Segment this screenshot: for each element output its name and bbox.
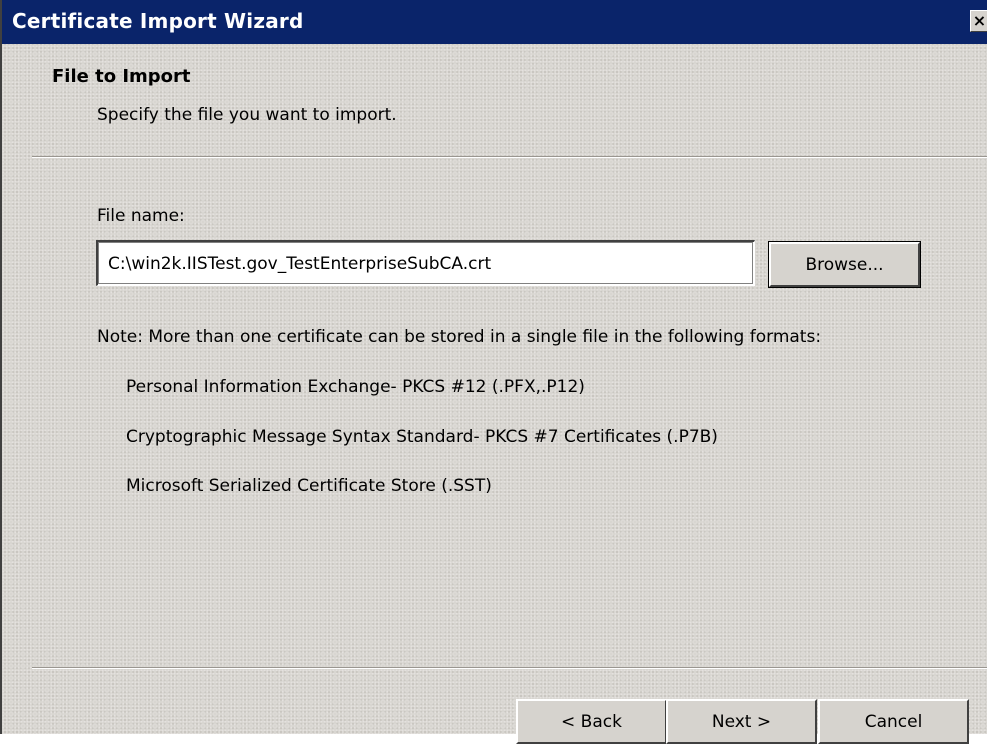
title-bar[interactable]: Certificate Import Wizard ×: [2, 0, 987, 44]
format-item-pfx: Personal Information Exchange- PKCS #12 …: [126, 377, 585, 397]
close-icon: ×: [972, 11, 987, 30]
page-title: File to Import: [52, 66, 191, 87]
back-button[interactable]: < Back: [516, 699, 667, 744]
formats-note: Note: More than one certificate can be s…: [97, 327, 822, 347]
page-subtitle: Specify the file you want to import.: [97, 105, 397, 125]
window-title: Certificate Import Wizard: [12, 9, 304, 33]
close-button[interactable]: ×: [970, 10, 987, 32]
certificate-import-wizard-window: Certificate Import Wizard × File to Impo…: [0, 0, 987, 744]
header-separator: [32, 156, 987, 158]
file-name-label: File name:: [97, 206, 185, 226]
next-button[interactable]: Next >: [666, 699, 817, 744]
cancel-button[interactable]: Cancel: [818, 699, 969, 744]
file-name-input[interactable]: [96, 240, 755, 286]
format-item-sst: Microsoft Serialized Certificate Store (…: [126, 476, 492, 496]
footer-separator: [32, 667, 987, 669]
format-item-p7b: Cryptographic Message Syntax Standard- P…: [126, 427, 718, 447]
browse-button[interactable]: Browse...: [768, 241, 921, 288]
